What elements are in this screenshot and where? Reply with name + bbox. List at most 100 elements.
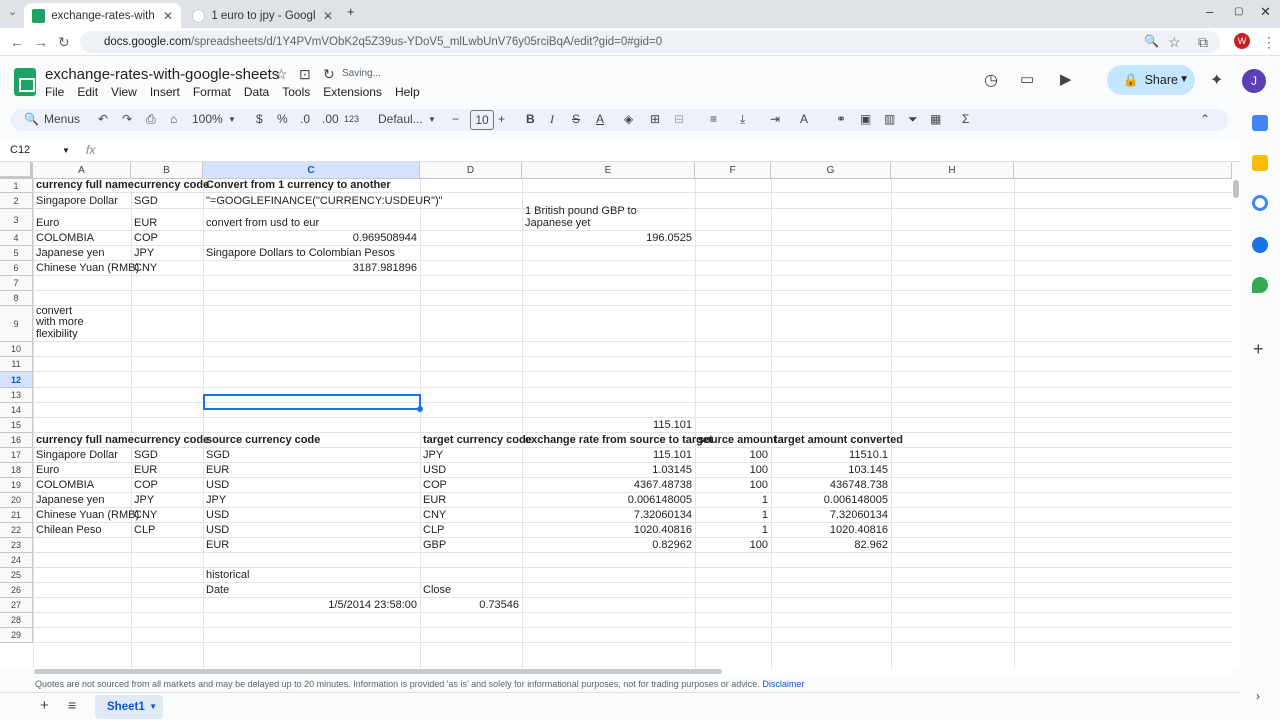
- menu-view[interactable]: View: [111, 85, 137, 99]
- cell-G20[interactable]: 0.006148005: [771, 493, 891, 508]
- row-header-13[interactable]: 13: [0, 388, 33, 403]
- cell-C22[interactable]: USD: [203, 523, 420, 538]
- percent-format-button[interactable]: %: [277, 112, 288, 126]
- cell-E16[interactable]: exchange rate from source to target: [522, 433, 713, 448]
- cell-B18[interactable]: EUR: [131, 463, 203, 478]
- row-header-20[interactable]: 20: [0, 493, 33, 508]
- cell-A18[interactable]: Euro: [33, 463, 131, 478]
- cell-B17[interactable]: SGD: [131, 448, 203, 463]
- sheet-tab-sheet1[interactable]: Sheet1 ▼: [95, 695, 163, 719]
- cell-A19[interactable]: COLOMBIA: [33, 478, 131, 493]
- back-icon[interactable]: ←: [10, 34, 24, 50]
- contacts-icon[interactable]: [1252, 237, 1268, 253]
- cell-B2[interactable]: SGD: [131, 193, 203, 209]
- share-button[interactable]: 🔒 Share ▼: [1107, 65, 1195, 95]
- text-rotation-icon[interactable]: A: [800, 112, 808, 126]
- chevron-down-icon[interactable]: ▼: [62, 146, 70, 155]
- row-header-1[interactable]: 1: [0, 179, 33, 193]
- all-sheets-icon[interactable]: ≡: [68, 697, 76, 713]
- borders-icon[interactable]: ⊞: [650, 112, 660, 126]
- browser-tab-sheets[interactable]: exchange-rates-with-goo ✕: [24, 3, 181, 28]
- menu-file[interactable]: File: [45, 85, 64, 99]
- version-history-icon[interactable]: ◷: [984, 70, 998, 90]
- meet-icon[interactable]: ▶: [1060, 70, 1072, 88]
- text-wrapping-icon[interactable]: ⇥: [770, 112, 780, 126]
- sheets-logo-icon[interactable]: [14, 68, 36, 96]
- cell-F19[interactable]: 100: [695, 478, 771, 493]
- select-all-corner[interactable]: [0, 162, 33, 179]
- functions-icon[interactable]: Σ: [962, 112, 969, 126]
- user-avatar[interactable]: J: [1242, 69, 1266, 93]
- profile-avatar[interactable]: W: [1234, 33, 1250, 49]
- cell-B4[interactable]: COP: [131, 231, 203, 246]
- cell-B6[interactable]: CNY: [131, 261, 203, 276]
- increase-font-size-icon[interactable]: +: [498, 112, 505, 126]
- cell-F23[interactable]: 100: [695, 538, 771, 553]
- cell-D16[interactable]: target currency code: [420, 433, 532, 448]
- tab-search-icon[interactable]: ⌄: [8, 5, 17, 18]
- row-header-18[interactable]: 18: [0, 463, 33, 478]
- row-header-4[interactable]: 4: [0, 231, 33, 246]
- cell-C1[interactable]: Convert from 1 currency to another: [203, 179, 420, 193]
- cell-G18[interactable]: 103.145: [771, 463, 891, 478]
- cell-D21[interactable]: CNY: [420, 508, 522, 523]
- italic-icon[interactable]: I: [550, 112, 554, 127]
- cell-E15[interactable]: 115.101: [522, 418, 695, 433]
- column-header-A[interactable]: A: [33, 162, 131, 179]
- column-header-B[interactable]: B: [131, 162, 203, 179]
- cell-B5[interactable]: JPY: [131, 246, 203, 261]
- cell-C19[interactable]: USD: [203, 478, 420, 493]
- row-header-5[interactable]: 5: [0, 246, 33, 261]
- cell-E17[interactable]: 115.101: [522, 448, 695, 463]
- cell-A9[interactable]: convert with more flexibility: [33, 305, 93, 342]
- fill-color-icon[interactable]: ◈: [624, 112, 633, 126]
- row-header-19[interactable]: 19: [0, 478, 33, 493]
- cell-D17[interactable]: JPY: [420, 448, 522, 463]
- tasks-icon[interactable]: [1252, 195, 1268, 211]
- cell-E22[interactable]: 1020.40816: [522, 523, 695, 538]
- cell-E19[interactable]: 4367.48738: [522, 478, 695, 493]
- menu-edit[interactable]: Edit: [77, 85, 98, 99]
- formula-input[interactable]: [110, 143, 1220, 159]
- zoom-icon[interactable]: 🔍: [1144, 34, 1159, 48]
- horizontal-scrollbar[interactable]: [34, 668, 1232, 676]
- column-header-E[interactable]: E: [522, 162, 695, 179]
- cell-A4[interactable]: COLOMBIA: [33, 231, 131, 246]
- cell-F17[interactable]: 100: [695, 448, 771, 463]
- cell-C2[interactable]: "=GOOGLEFINANCE("CURRENCY:USDEUR")": [203, 193, 443, 209]
- cell-D26[interactable]: Close: [420, 583, 522, 598]
- row-header-26[interactable]: 26: [0, 583, 33, 598]
- column-header-C[interactable]: C: [203, 162, 420, 179]
- row-header-2[interactable]: 2: [0, 193, 33, 209]
- redo-icon[interactable]: ↷: [122, 112, 132, 126]
- cell-A22[interactable]: Chilean Peso: [33, 523, 131, 538]
- cell-E4[interactable]: 196.0525: [522, 231, 695, 246]
- comments-icon[interactable]: ▭: [1020, 70, 1034, 88]
- cell-G16[interactable]: target amount converted: [771, 433, 903, 448]
- row-header-16[interactable]: 16: [0, 433, 33, 448]
- cell-B3[interactable]: EUR: [131, 209, 203, 231]
- undo-icon[interactable]: ↶: [98, 112, 108, 126]
- disclaimer-link[interactable]: Disclaimer: [762, 679, 804, 689]
- minimize-icon[interactable]: –: [1206, 4, 1213, 19]
- increase-decimal-button[interactable]: .00: [322, 112, 339, 126]
- cell-A6[interactable]: Chinese Yuan (RMB): [33, 261, 139, 276]
- decrease-decimal-button[interactable]: .0: [300, 112, 310, 126]
- cell-C18[interactable]: EUR: [203, 463, 420, 478]
- row-header-14[interactable]: 14: [0, 403, 33, 418]
- calendar-icon[interactable]: [1252, 115, 1268, 131]
- search-menus-icon[interactable]: 🔍: [24, 112, 39, 126]
- row-header-9[interactable]: 9: [0, 306, 33, 342]
- row-header-15[interactable]: 15: [0, 418, 33, 433]
- cell-C26[interactable]: Date: [203, 583, 420, 598]
- filter-views-icon[interactable]: ▦: [930, 112, 941, 126]
- cell-C17[interactable]: SGD: [203, 448, 420, 463]
- column-header-D[interactable]: D: [420, 162, 522, 179]
- cell-G23[interactable]: 82.962: [771, 538, 891, 553]
- active-cell-selection[interactable]: [203, 394, 423, 412]
- star-icon[interactable]: ☆: [275, 66, 288, 83]
- horizontal-align-icon[interactable]: ≡: [710, 112, 717, 126]
- row-header-24[interactable]: 24: [0, 553, 33, 568]
- cell-C21[interactable]: USD: [203, 508, 420, 523]
- bold-icon[interactable]: B: [526, 112, 535, 126]
